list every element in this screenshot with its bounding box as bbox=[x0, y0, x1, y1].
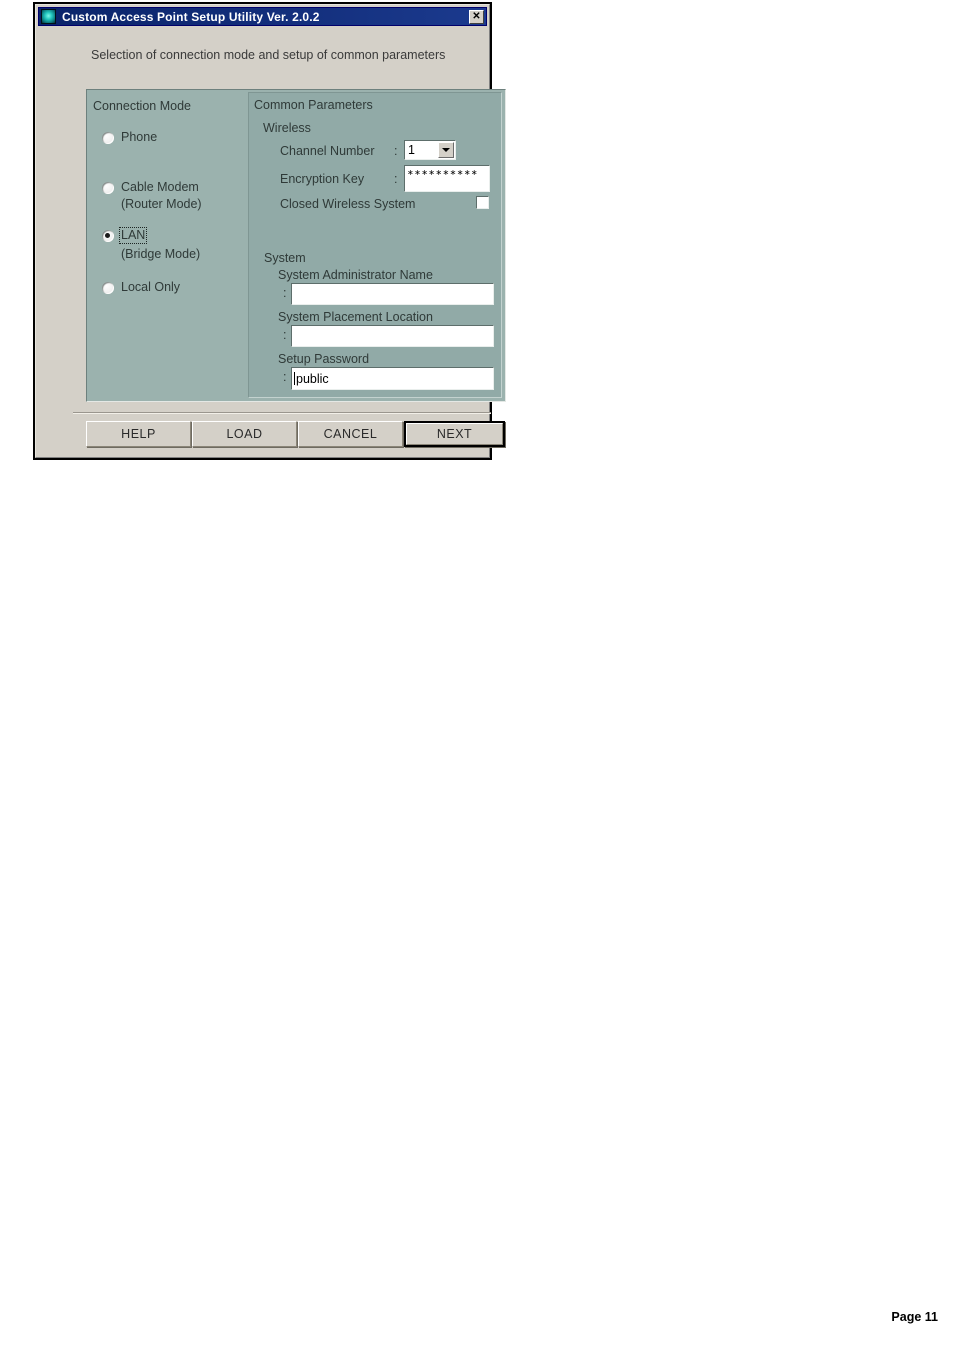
channel-number-label: Channel Number bbox=[280, 144, 375, 158]
radio-sublabel-cable-modem: (Router Mode) bbox=[121, 197, 202, 211]
close-icon[interactable]: ✕ bbox=[469, 10, 484, 24]
next-button-label: NEXT bbox=[436, 427, 473, 441]
system-administrator-name-colon: : bbox=[283, 286, 287, 300]
title-bar[interactable]: Custom Access Point Setup Utility Ver. 2… bbox=[38, 7, 487, 26]
radio-cable-modem[interactable]: Cable Modem bbox=[102, 180, 199, 195]
button-bar-separator bbox=[73, 412, 491, 414]
page-number-footer: Page 11 bbox=[891, 1310, 938, 1324]
radio-label-lan: LAN bbox=[118, 227, 148, 244]
next-button[interactable]: NEXT bbox=[404, 421, 505, 447]
system-administrator-name-label: System Administrator Name bbox=[278, 268, 433, 282]
encryption-key-colon: : bbox=[394, 172, 398, 186]
window-title: Custom Access Point Setup Utility Ver. 2… bbox=[62, 9, 320, 24]
setup-password-value: public bbox=[296, 371, 329, 386]
setup-password-colon: : bbox=[283, 370, 287, 384]
cancel-button[interactable]: CANCEL bbox=[298, 421, 403, 447]
channel-number-value: 1 bbox=[408, 143, 415, 157]
radio-local-only[interactable]: Local Only bbox=[102, 280, 180, 295]
radio-indicator-lan bbox=[102, 230, 114, 242]
load-button[interactable]: LOAD bbox=[192, 421, 297, 447]
setup-password-input[interactable]: public bbox=[291, 367, 494, 390]
radio-indicator-cable-modem bbox=[102, 182, 114, 194]
closed-wireless-system-checkbox[interactable] bbox=[476, 196, 489, 209]
radio-sublabel-lan: (Bridge Mode) bbox=[121, 247, 201, 261]
channel-number-colon: : bbox=[394, 144, 398, 158]
system-placement-location-colon: : bbox=[283, 328, 287, 342]
radio-label-phone: Phone bbox=[121, 130, 158, 144]
radio-label-local-only: Local Only bbox=[121, 280, 181, 294]
encryption-key-label: Encryption Key bbox=[280, 172, 365, 186]
radio-indicator-local-only bbox=[102, 282, 114, 294]
chevron-down-icon[interactable] bbox=[438, 142, 454, 158]
setup-password-label: Setup Password bbox=[278, 352, 370, 366]
closed-wireless-system-label: Closed Wireless System bbox=[280, 197, 416, 211]
text-caret bbox=[294, 372, 295, 385]
setup-utility-window: Custom Access Point Setup Utility Ver. 2… bbox=[33, 2, 506, 460]
system-placement-location-input[interactable] bbox=[291, 325, 494, 347]
radio-label-cable-modem: Cable Modem bbox=[121, 180, 199, 194]
common-parameters-group-label: Common Parameters bbox=[254, 98, 373, 112]
access-point-icon bbox=[41, 9, 56, 24]
radio-indicator-phone bbox=[102, 132, 114, 144]
wireless-group-label: Wireless bbox=[263, 121, 311, 135]
connection-mode-group-label: Connection Mode bbox=[93, 99, 191, 113]
system-group-label: System bbox=[264, 251, 306, 265]
help-button[interactable]: HELP bbox=[86, 421, 191, 447]
system-placement-location-label: System Placement Location bbox=[278, 310, 433, 324]
radio-lan[interactable]: LAN bbox=[102, 227, 148, 244]
system-administrator-name-input[interactable] bbox=[291, 283, 494, 305]
dialog-subtitle: Selection of connection mode and setup o… bbox=[91, 48, 446, 62]
encryption-key-input[interactable]: ∗∗∗∗∗∗∗∗∗∗ bbox=[404, 165, 490, 192]
radio-phone[interactable]: Phone bbox=[102, 130, 157, 145]
channel-number-dropdown[interactable]: 1 bbox=[404, 140, 456, 160]
